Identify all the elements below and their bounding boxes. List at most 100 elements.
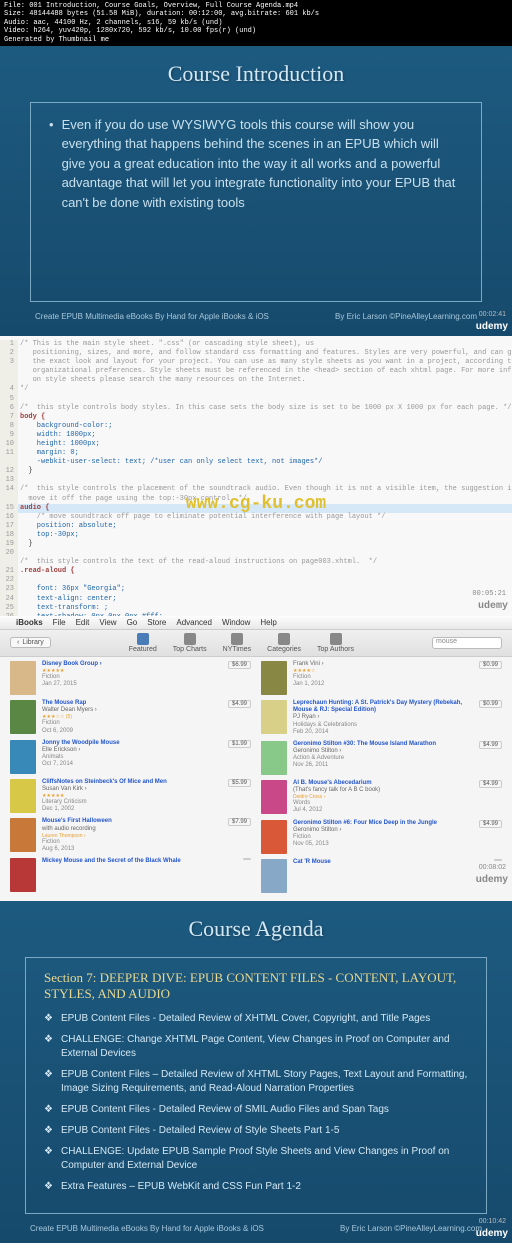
- code-line[interactable]: 24 text-align: center;: [0, 595, 512, 604]
- book-author[interactable]: (That's fancy talk for A B C book): [293, 787, 473, 794]
- code-text[interactable]: [18, 549, 20, 558]
- code-text[interactable]: margin: 0;: [18, 449, 79, 458]
- code-line[interactable]: 2 positioning, sizes, and more, and foll…: [0, 349, 512, 358]
- menu-store[interactable]: Store: [147, 618, 166, 627]
- code-line[interactable]: 20: [0, 549, 512, 558]
- book-author[interactable]: Susan Van Kirk ›: [42, 786, 222, 793]
- book-title[interactable]: Geronimo Stilton #6: Four Mice Deep in t…: [293, 820, 473, 827]
- code-text[interactable]: [18, 576, 20, 585]
- code-line[interactable]: 25 text-transform: ;: [0, 604, 512, 613]
- menu-file[interactable]: File: [53, 618, 66, 627]
- library-button[interactable]: ‹ Library: [10, 637, 51, 648]
- book-price-button[interactable]: $7.99: [228, 818, 251, 826]
- book-item[interactable]: Disney Book Group ›★★★★★FictionJan 27, 2…: [10, 661, 251, 695]
- book-item[interactable]: Cat 'R Mouse: [261, 859, 502, 893]
- code-text[interactable]: -webkit-user-select: text; /*user can on…: [18, 458, 322, 467]
- book-price-button[interactable]: $4.99: [479, 820, 502, 828]
- book-price-button[interactable]: $4.99: [479, 741, 502, 749]
- code-line[interactable]: 1/* This is the main style sheet. ".css"…: [0, 340, 512, 349]
- code-text[interactable]: body {: [18, 413, 45, 422]
- book-cover[interactable]: [261, 780, 287, 814]
- code-line[interactable]: 11 margin: 0;: [0, 449, 512, 458]
- code-text[interactable]: text-align: center;: [18, 595, 117, 604]
- menu-ibooks[interactable]: iBooks: [16, 618, 43, 627]
- menu-view[interactable]: View: [99, 618, 116, 627]
- code-text[interactable]: /* move soundtrack off page to eliminate…: [18, 513, 385, 522]
- code-text[interactable]: /* this style controls body styles. In t…: [18, 404, 511, 413]
- book-cover[interactable]: [10, 818, 36, 852]
- menu-edit[interactable]: Edit: [76, 618, 90, 627]
- code-line[interactable]: organizational preferences. Style sheets…: [0, 367, 512, 376]
- book-cover[interactable]: [261, 859, 287, 893]
- book-cover[interactable]: [10, 858, 36, 892]
- code-text[interactable]: position: absolute;: [18, 522, 117, 531]
- code-text[interactable]: }: [18, 540, 33, 549]
- book-cover[interactable]: [261, 741, 287, 775]
- code-line[interactable]: 6/* this style controls body styles. In …: [0, 404, 512, 413]
- book-cover[interactable]: [261, 661, 287, 695]
- code-line[interactable]: 12 }: [0, 467, 512, 476]
- code-line[interactable]: 4*/: [0, 385, 512, 394]
- book-author[interactable]: Geronimo Stilton ›: [293, 748, 473, 755]
- book-price-button[interactable]: $6.99: [228, 661, 251, 669]
- code-text[interactable]: audio {: [18, 504, 49, 513]
- book-author[interactable]: Frank Vini ›: [293, 661, 473, 668]
- book-author[interactable]: with audio recording: [42, 826, 222, 833]
- book-cover[interactable]: [261, 820, 287, 854]
- tab-featured[interactable]: Featured: [129, 633, 157, 653]
- code-line[interactable]: 19 }: [0, 540, 512, 549]
- book-author[interactable]: Geronimo Stilton ›: [293, 827, 473, 834]
- code-line[interactable]: 9 width: 1000px;: [0, 431, 512, 440]
- book-title[interactable]: Mouse's First Halloween: [42, 818, 222, 825]
- code-text[interactable]: height: 1000px;: [18, 440, 100, 449]
- code-text[interactable]: }: [18, 467, 33, 476]
- code-line[interactable]: 18 top:-30px;: [0, 531, 512, 540]
- code-text[interactable]: [18, 395, 20, 404]
- code-line[interactable]: 5: [0, 395, 512, 404]
- code-text[interactable]: [18, 476, 20, 485]
- book-item[interactable]: Jonny the Woodpile MouseElle Erickson ›A…: [10, 740, 251, 774]
- book-title[interactable]: Al B. Mouse's Abecedarium: [293, 780, 473, 787]
- book-price-button[interactable]: $4.99: [479, 780, 502, 788]
- book-item[interactable]: Mickey Mouse and the Secret of the Black…: [10, 858, 251, 892]
- tab-nytimes[interactable]: NYTimes: [223, 633, 252, 653]
- book-price-button[interactable]: $0.99: [479, 700, 502, 708]
- code-line[interactable]: 16 /* move soundtrack off page to elimin…: [0, 513, 512, 522]
- menu-advanced[interactable]: Advanced: [176, 618, 212, 627]
- code-line[interactable]: -webkit-user-select: text; /*user can on…: [0, 458, 512, 467]
- book-title[interactable]: Geronimo Stilton #30: The Mouse Island M…: [293, 741, 473, 748]
- menu-help[interactable]: Help: [260, 618, 276, 627]
- tab-top-authors[interactable]: Top Authors: [317, 633, 354, 653]
- code-text[interactable]: text-transform: ;: [18, 604, 108, 613]
- book-price-button[interactable]: $0.99: [479, 661, 502, 669]
- menu-go[interactable]: Go: [127, 618, 138, 627]
- code-line[interactable]: 3 the exact look and layout for your pro…: [0, 358, 512, 367]
- book-title[interactable]: Jonny the Woodpile Mouse: [42, 740, 222, 747]
- book-item[interactable]: Mouse's First Halloweenwith audio record…: [10, 818, 251, 853]
- code-line[interactable]: 17 position: absolute;: [0, 522, 512, 531]
- search-input[interactable]: mouse: [432, 637, 502, 649]
- book-title[interactable]: The Mouse Rap: [42, 700, 222, 707]
- tab-top-charts[interactable]: Top Charts: [173, 633, 207, 653]
- book-cover[interactable]: [10, 740, 36, 774]
- code-text[interactable]: organizational preferences. Style sheets…: [18, 367, 512, 376]
- code-line[interactable]: /* this style controls the text of the r…: [0, 558, 512, 567]
- book-price-button[interactable]: [494, 859, 502, 861]
- book-price-button[interactable]: $1.99: [228, 740, 251, 748]
- book-item[interactable]: Geronimo Stilton #6: Four Mice Deep in t…: [261, 820, 502, 854]
- code-text[interactable]: */: [18, 385, 28, 394]
- code-text[interactable]: background-color:;: [18, 422, 112, 431]
- book-cover[interactable]: [10, 661, 36, 695]
- book-price-button[interactable]: $4.99: [228, 700, 251, 708]
- code-line[interactable]: 21.read-aloud {: [0, 567, 512, 576]
- book-item[interactable]: Frank Vini ›★★★★☆FictionJan 1, 2012$0.99: [261, 661, 502, 695]
- book-title[interactable]: Mickey Mouse and the Secret of the Black…: [42, 858, 237, 865]
- menu-window[interactable]: Window: [222, 618, 250, 627]
- code-line[interactable]: 10 height: 1000px;: [0, 440, 512, 449]
- book-item[interactable]: CliffsNotes on Steinbeck's Of Mice and M…: [10, 779, 251, 814]
- code-text[interactable]: /* This is the main style sheet. ".css" …: [18, 340, 314, 349]
- book-cover[interactable]: [10, 779, 36, 813]
- code-text[interactable]: /* this style controls the text of the r…: [18, 558, 377, 567]
- book-title[interactable]: Leprechaun Hunting: A St. Patrick's Day …: [293, 700, 473, 714]
- book-item[interactable]: Al B. Mouse's Abecedarium(That's fancy t…: [261, 780, 502, 815]
